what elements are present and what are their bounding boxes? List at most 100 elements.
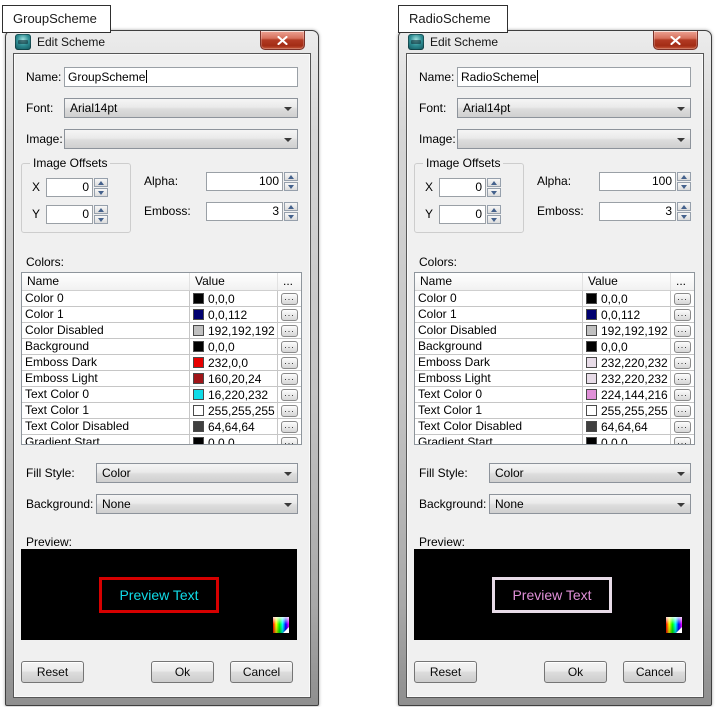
emboss-input[interactable]: 3 (599, 202, 676, 221)
color-value-cell: 0,0,112 (583, 307, 671, 322)
color-rgb-text: 232,220,232 (601, 372, 668, 386)
spin-down-button[interactable] (677, 182, 691, 191)
titlebar[interactable]: Edit Scheme (399, 31, 711, 53)
color-table-row[interactable]: Color 10,0,112... (22, 307, 301, 323)
spin-down-button[interactable] (677, 212, 691, 221)
color-table-row[interactable]: Gradient Start 0,0,0... (415, 435, 694, 445)
color-rgb-text: 160,20,24 (208, 372, 261, 386)
emboss-spinner: 3 (599, 202, 691, 221)
font-select[interactable]: Arial14pt (64, 98, 298, 118)
color-picker-button[interactable]: ... (281, 293, 298, 305)
color-picker-button[interactable]: ... (281, 437, 298, 446)
cancel-button[interactable]: Cancel (230, 661, 293, 683)
image-select[interactable] (457, 129, 691, 149)
preview-panel: Preview Text (414, 549, 690, 640)
offset-y-input[interactable]: 0 (46, 205, 93, 224)
color-picker-button[interactable]: ... (674, 389, 691, 401)
color-table-row[interactable]: Text Color Disabled64,64,64... (22, 419, 301, 435)
color-picker-button[interactable]: ... (674, 341, 691, 353)
color-table-row[interactable]: Color Disabled192,192,192... (415, 323, 694, 339)
spin-up-button[interactable] (94, 178, 108, 187)
alpha-input[interactable]: 100 (206, 172, 283, 191)
color-table-row[interactable]: Gradient Start0,0,0... (22, 435, 301, 445)
spin-down-button[interactable] (94, 215, 108, 224)
color-table-row[interactable]: Text Color 016,220,232... (22, 387, 301, 403)
color-table-row[interactable]: Color 00,0,0... (415, 291, 694, 307)
color-picker-button[interactable]: ... (281, 357, 298, 369)
color-picker-button[interactable]: ... (674, 357, 691, 369)
fill-style-select[interactable]: Color (489, 463, 691, 483)
color-picker-button[interactable]: ... (674, 325, 691, 337)
color-name-cell: Gradient Start (415, 435, 583, 445)
image-select[interactable] (64, 129, 298, 149)
image-label: Image: (419, 129, 456, 149)
color-picker-button[interactable]: ... (674, 405, 691, 417)
color-picker-button[interactable]: ... (674, 309, 691, 321)
color-table-row[interactable]: Emboss Light 232,220,232... (415, 371, 694, 387)
color-picker-button[interactable]: ... (281, 373, 298, 385)
color-picker-button[interactable]: ... (281, 325, 298, 337)
spin-up-button[interactable] (677, 172, 691, 181)
color-rgb-text: 0,0,0 (601, 436, 628, 446)
close-button[interactable] (653, 31, 698, 50)
reset-button[interactable]: Reset (414, 661, 477, 683)
background-select[interactable]: None (489, 494, 691, 514)
color-picker-button[interactable]: ... (281, 389, 298, 401)
color-table-row[interactable]: Emboss Dark232,220,232... (415, 355, 694, 371)
offset-y-input[interactable]: 0 (439, 205, 486, 224)
spin-down-button[interactable] (94, 188, 108, 197)
color-picker-button[interactable]: ... (674, 373, 691, 385)
font-select[interactable]: Arial14pt (457, 98, 691, 118)
color-table-row[interactable]: Text Color 1255,255,255... (22, 403, 301, 419)
color-picker-button[interactable]: ... (281, 309, 298, 321)
spin-up-button[interactable] (284, 202, 298, 211)
color-picker-button[interactable]: ... (281, 341, 298, 353)
name-input[interactable]: GroupScheme (64, 67, 298, 87)
color-table-row[interactable]: Emboss Dark232,0,0... (22, 355, 301, 371)
ok-button[interactable]: Ok (544, 661, 607, 683)
background-select[interactable]: None (96, 494, 298, 514)
cancel-button[interactable]: Cancel (623, 661, 686, 683)
color-table-row[interactable]: Text Color 0224,144,216... (415, 387, 694, 403)
spin-down-button[interactable] (487, 215, 501, 224)
spin-up-button[interactable] (94, 205, 108, 214)
color-picker-button[interactable]: ... (674, 421, 691, 433)
color-table-row[interactable]: Text Color 1255,255,255... (415, 403, 694, 419)
color-more-cell: ... (278, 355, 301, 370)
colors-table-header: Name Value ... (22, 273, 301, 291)
close-button[interactable] (260, 31, 305, 50)
color-name-cell: Emboss Light (415, 371, 583, 386)
color-picker-button[interactable]: ... (674, 293, 691, 305)
spin-down-button[interactable] (284, 182, 298, 191)
color-table-row[interactable]: Color 10,0,112... (415, 307, 694, 323)
ok-button[interactable]: Ok (151, 661, 214, 683)
color-table-row[interactable]: Background0,0,0... (22, 339, 301, 355)
colors-table-body: Color 00,0,0...Color 10,0,112...Color Di… (415, 291, 694, 445)
spin-up-button[interactable] (487, 205, 501, 214)
color-picker-button[interactable]: ... (674, 437, 691, 446)
emboss-input[interactable]: 3 (206, 202, 283, 221)
color-table-row[interactable]: Color 00,0,0... (22, 291, 301, 307)
spin-up-button[interactable] (487, 178, 501, 187)
spin-down-button[interactable] (487, 188, 501, 197)
titlebar[interactable]: Edit Scheme (6, 31, 318, 53)
fill-style-select[interactable]: Color (96, 463, 298, 483)
color-table-row[interactable]: Background0,0,0... (415, 339, 694, 355)
spin-down-button[interactable] (284, 212, 298, 221)
color-value-cell: 192,192,192 (190, 323, 278, 338)
color-picker-button[interactable]: ... (281, 421, 298, 433)
reset-button[interactable]: Reset (21, 661, 84, 683)
page: GroupScheme Edit Scheme Name: GroupSchem… (0, 0, 717, 707)
offset-x-input[interactable]: 0 (46, 178, 93, 197)
arrow-up-icon (681, 175, 687, 179)
color-swatch-icon (193, 309, 204, 320)
color-table-row[interactable]: Color Disabled192,192,192... (22, 323, 301, 339)
name-input[interactable]: RadioScheme (457, 67, 691, 87)
alpha-input[interactable]: 100 (599, 172, 676, 191)
color-table-row[interactable]: Emboss Light160,20,24... (22, 371, 301, 387)
color-picker-button[interactable]: ... (281, 405, 298, 417)
spin-up-button[interactable] (677, 202, 691, 211)
spin-up-button[interactable] (284, 172, 298, 181)
offset-x-input[interactable]: 0 (439, 178, 486, 197)
color-table-row[interactable]: Text Color Disabled64,64,64... (415, 419, 694, 435)
